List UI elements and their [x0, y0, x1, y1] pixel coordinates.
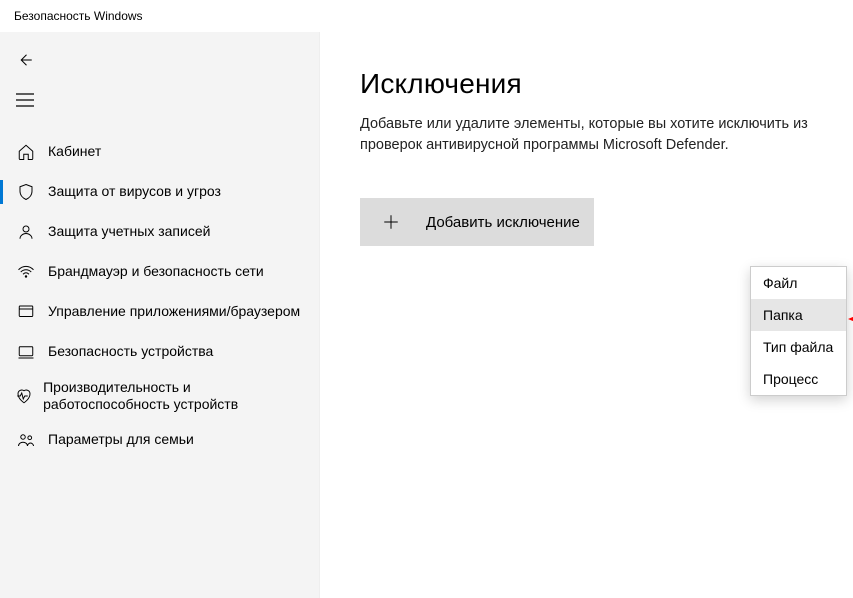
annotation-arrow [848, 312, 853, 326]
sidebar-item-label: Производительность и работоспособность у… [43, 379, 319, 414]
sidebar-item-account-protection[interactable]: Защита учетных записей [0, 212, 319, 252]
sidebar-item-label: Защита учетных записей [48, 223, 210, 241]
sidebar-item-label: Защита от вирусов и угроз [48, 183, 221, 201]
sidebar-item-family[interactable]: Параметры для семьи [0, 420, 319, 460]
hamburger-icon [16, 93, 34, 107]
exclusion-type-dropdown: Файл Папка Тип файла Процесс [750, 266, 847, 396]
page-description: Добавьте или удалите элементы, которые в… [360, 114, 820, 156]
dropdown-item-process[interactable]: Процесс [751, 363, 846, 395]
window-titlebar: Безопасность Windows [0, 0, 853, 32]
dropdown-item-label: Процесс [763, 371, 818, 387]
back-button[interactable] [0, 40, 48, 80]
sidebar-item-label: Безопасность устройства [48, 343, 213, 361]
health-icon [14, 387, 33, 405]
plus-icon [382, 213, 400, 231]
back-arrow-icon [16, 51, 34, 69]
dropdown-item-filetype[interactable]: Тип файла [751, 331, 846, 363]
add-exclusion-button[interactable]: Добавить исключение [360, 198, 594, 246]
sidebar-item-performance[interactable]: Производительность и работоспособность у… [0, 372, 319, 420]
dropdown-item-label: Файл [763, 275, 797, 291]
sidebar-item-app-browser[interactable]: Управление приложениями/браузером [0, 292, 319, 332]
nav-list: Кабинет Защита от вирусов и угроз Защита… [0, 132, 319, 460]
sidebar: Кабинет Защита от вирусов и угроз Защита… [0, 32, 320, 598]
dropdown-item-label: Тип файла [763, 339, 833, 355]
sidebar-item-home[interactable]: Кабинет [0, 132, 319, 172]
shield-icon [14, 183, 38, 201]
dropdown-item-file[interactable]: Файл [751, 267, 846, 299]
sidebar-item-label: Кабинет [48, 143, 101, 161]
window-title: Безопасность Windows [14, 9, 143, 23]
family-icon [14, 431, 38, 449]
dropdown-item-label: Папка [763, 307, 803, 323]
sidebar-item-firewall[interactable]: Брандмауэр и безопасность сети [0, 252, 319, 292]
page-title: Исключения [360, 68, 833, 100]
network-icon [14, 263, 38, 281]
home-icon [14, 143, 38, 161]
sidebar-item-device-security[interactable]: Безопасность устройства [0, 332, 319, 372]
sidebar-item-label: Параметры для семьи [48, 431, 194, 449]
account-icon [14, 223, 38, 241]
device-icon [14, 343, 38, 361]
sidebar-item-label: Брандмауэр и безопасность сети [48, 263, 264, 281]
sidebar-item-virus-protection[interactable]: Защита от вирусов и угроз [0, 172, 319, 212]
add-exclusion-label: Добавить исключение [426, 214, 580, 231]
hamburger-button[interactable] [0, 80, 48, 120]
sidebar-item-label: Управление приложениями/браузером [48, 303, 300, 321]
app-browser-icon [14, 303, 38, 321]
dropdown-item-folder[interactable]: Папка [751, 299, 846, 331]
content-area: Исключения Добавьте или удалите элементы… [320, 32, 853, 598]
